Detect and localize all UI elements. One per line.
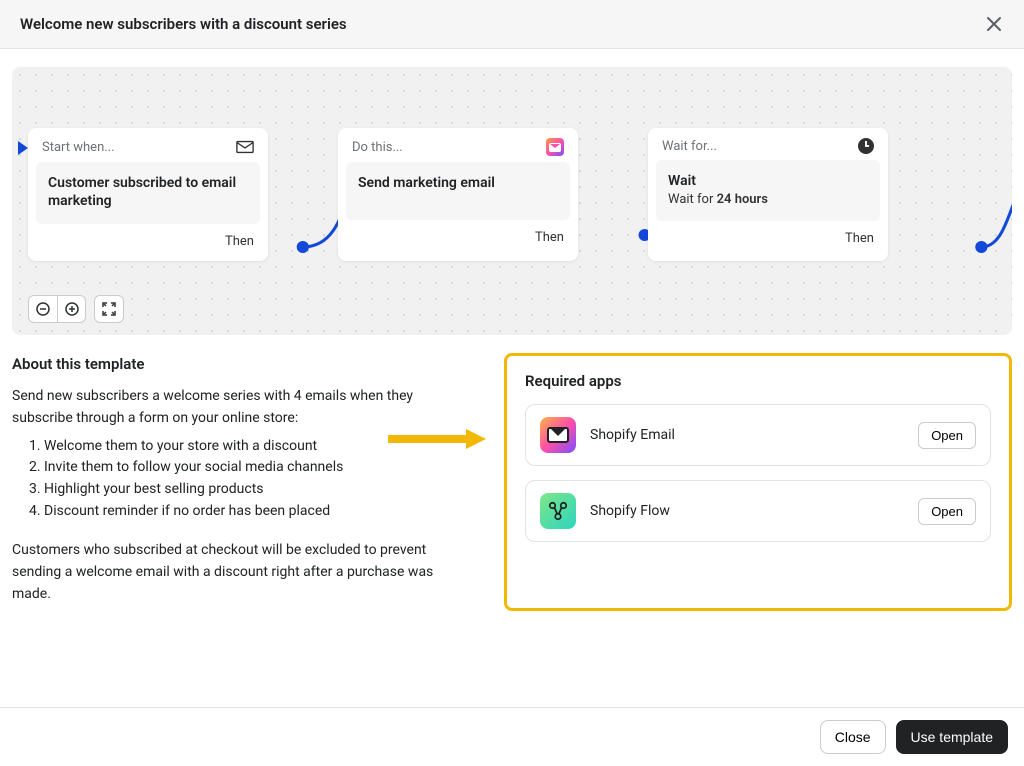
about-section: About this template Send new subscribers… bbox=[12, 353, 474, 611]
card-then-label: Then bbox=[28, 232, 268, 261]
start-marker-icon bbox=[18, 141, 28, 155]
card-head-label: Wait for... bbox=[662, 139, 717, 154]
list-item: Invite them to follow your social media … bbox=[44, 457, 474, 479]
fit-view-button[interactable] bbox=[95, 296, 123, 322]
open-app-button[interactable]: Open bbox=[918, 422, 976, 449]
card-head-label: Start when... bbox=[42, 140, 115, 155]
modal-title: Welcome new subscribers with a discount … bbox=[20, 15, 347, 33]
workflow-card-start[interactable]: Start when... Customer subscribed to ema… bbox=[28, 128, 268, 261]
app-name: Shopify Email bbox=[590, 427, 904, 443]
required-apps-panel: Required apps Shopify Email Open Shopify… bbox=[504, 353, 1012, 611]
app-name: Shopify Flow bbox=[590, 503, 904, 519]
workflow-card-wait[interactable]: Wait for... Wait Wait for 24 hours Then bbox=[648, 128, 888, 261]
required-app-row: Shopify Flow Open bbox=[525, 480, 991, 542]
about-heading: About this template bbox=[12, 353, 474, 376]
canvas-controls bbox=[28, 295, 124, 323]
shopify-email-icon bbox=[540, 417, 576, 453]
workflow-canvas[interactable]: Start when... Customer subscribed to ema… bbox=[12, 67, 1012, 335]
workflow-card-action[interactable]: Do this... Send marketing email Then bbox=[338, 128, 578, 261]
about-outro: Customers who subscribed at checkout wil… bbox=[12, 540, 474, 605]
card-title: Send marketing email bbox=[358, 174, 558, 192]
about-intro: Send new subscribers a welcome series wi… bbox=[12, 386, 474, 429]
card-title: Customer subscribed to email marketing bbox=[48, 174, 248, 210]
list-item: Discount reminder if no order has been p… bbox=[44, 501, 474, 523]
email-app-icon bbox=[546, 138, 564, 156]
required-apps-heading: Required apps bbox=[525, 372, 991, 390]
zoom-in-button[interactable] bbox=[57, 296, 85, 322]
envelope-icon bbox=[236, 138, 254, 156]
card-subtitle: Wait for 24 hours bbox=[668, 192, 868, 207]
list-item: Highlight your best selling products bbox=[44, 479, 474, 501]
card-then-label: Then bbox=[338, 228, 578, 257]
card-head-label: Do this... bbox=[352, 140, 403, 155]
open-app-button[interactable]: Open bbox=[918, 498, 976, 525]
modal-footer: Close Use template bbox=[0, 707, 1024, 766]
required-app-row: Shopify Email Open bbox=[525, 404, 991, 466]
use-template-button[interactable]: Use template bbox=[896, 720, 1008, 754]
close-icon[interactable] bbox=[984, 14, 1004, 34]
clock-icon bbox=[858, 138, 874, 154]
shopify-flow-icon bbox=[540, 493, 576, 529]
arrow-annotation-icon bbox=[386, 427, 486, 451]
close-button[interactable]: Close bbox=[820, 720, 886, 754]
card-then-label: Then bbox=[648, 229, 888, 258]
modal-header: Welcome new subscribers with a discount … bbox=[0, 0, 1024, 49]
card-title: Wait bbox=[668, 172, 868, 190]
zoom-out-button[interactable] bbox=[29, 296, 57, 322]
